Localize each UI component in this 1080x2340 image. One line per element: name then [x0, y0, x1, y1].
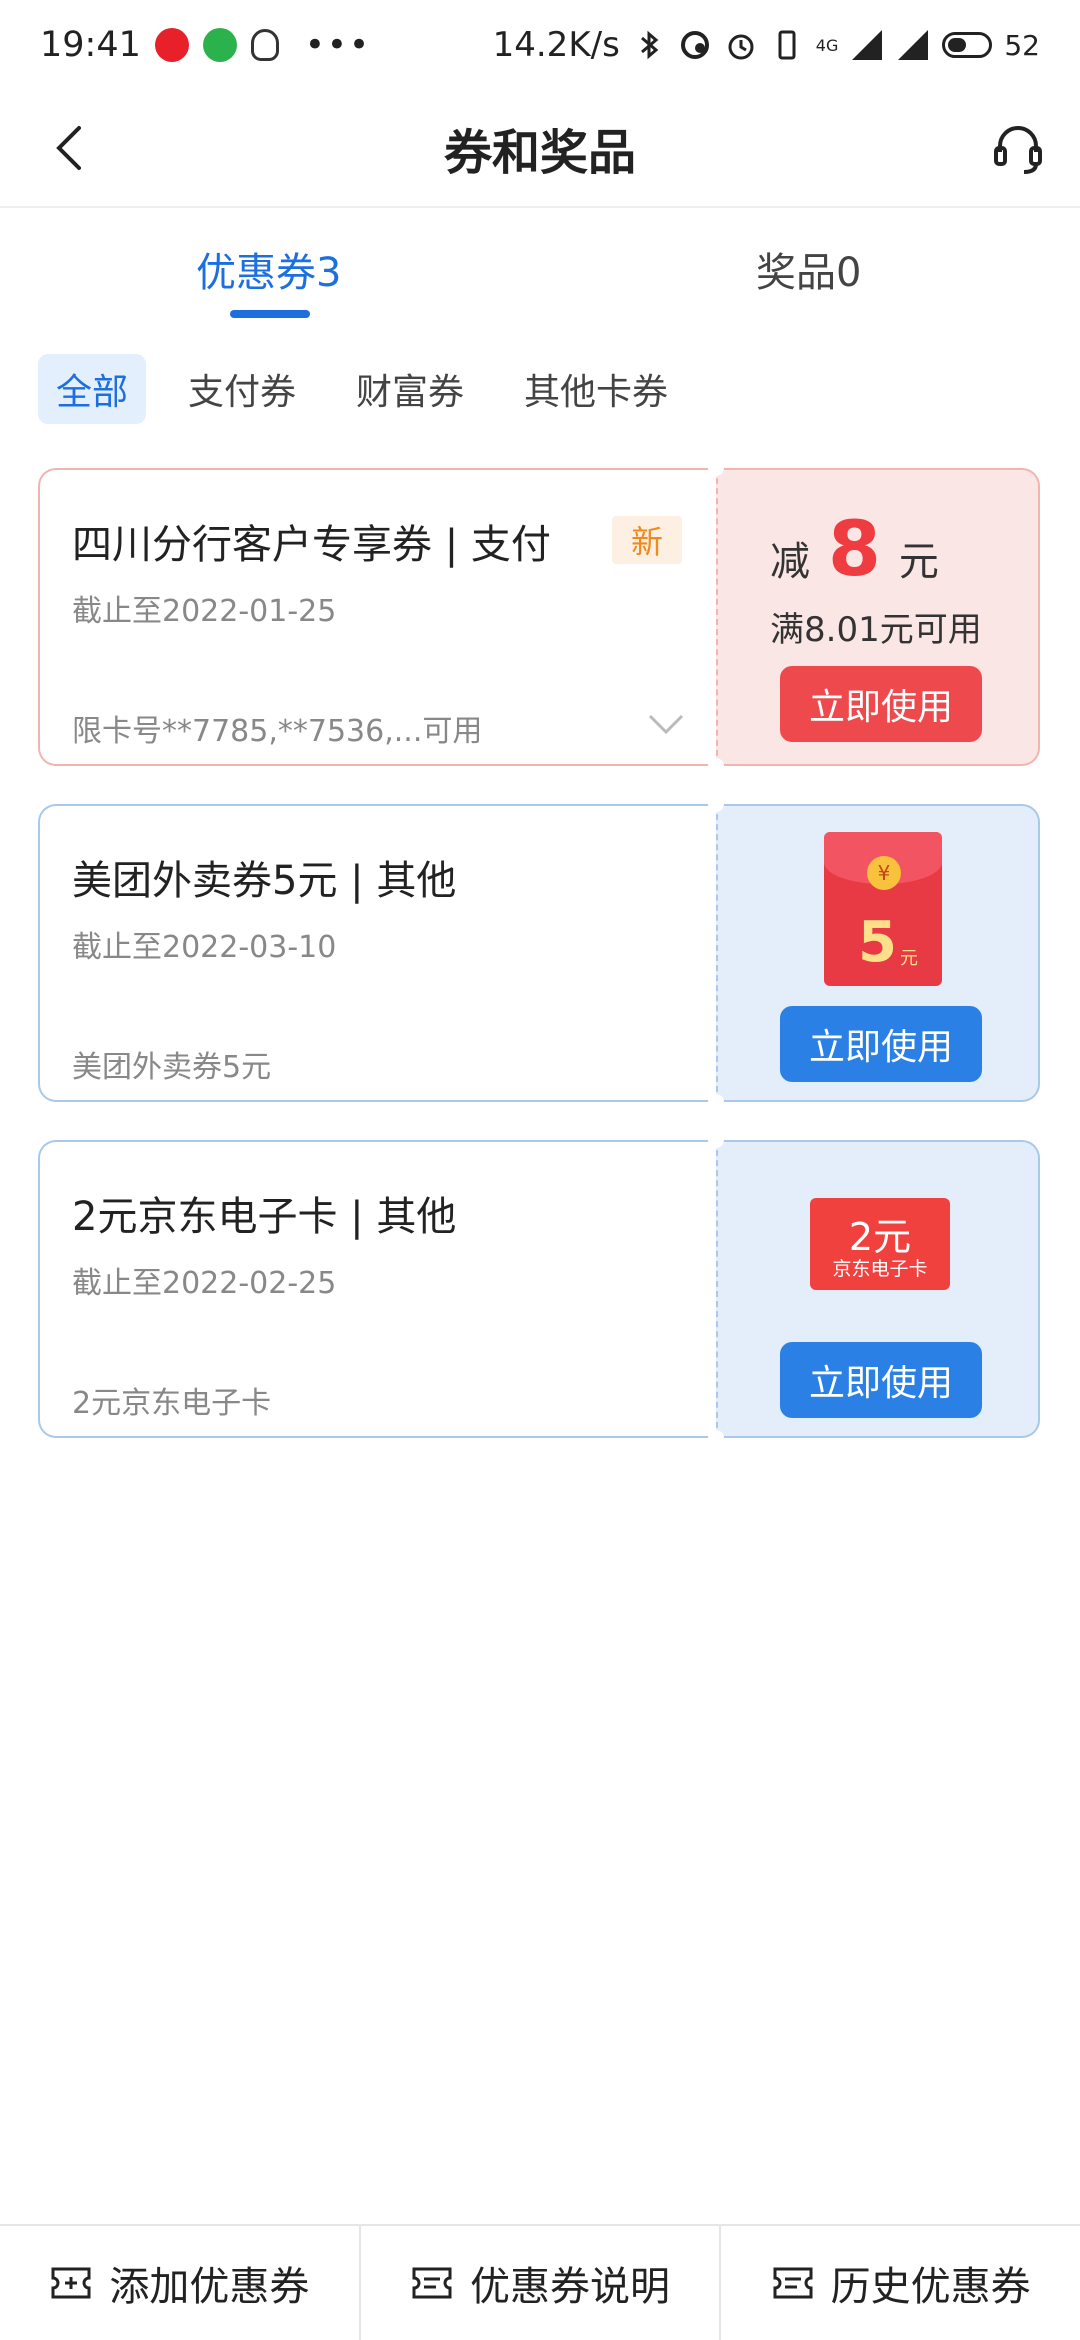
discount-prefix: 减 — [770, 539, 810, 585]
chevron-down-icon[interactable] — [646, 706, 686, 742]
card-notch — [708, 1132, 724, 1148]
headset-icon — [994, 126, 1042, 174]
ticket-add-icon — [51, 2267, 91, 2299]
add-coupon-button[interactable]: 添加优惠券 — [0, 2226, 359, 2340]
use-now-button[interactable]: 立即使用 — [780, 1342, 982, 1418]
vibrate-icon — [778, 30, 796, 60]
jd-card-amount: 2元 — [848, 1215, 912, 1259]
coupon-description: 限卡号**7785,**7536,...可用 — [72, 714, 483, 749]
coupon-title: 四川分行客户专享券 | 支付 — [72, 522, 551, 568]
ticket-history-icon — [773, 2267, 813, 2299]
discount-unit: 元 — [898, 539, 939, 585]
history-coupons-label: 历史优惠券 — [830, 2264, 1031, 2310]
red-packet-icon: ¥ 5 元 — [824, 832, 942, 986]
card-notch — [708, 1094, 724, 1110]
coupon-value-panel: 减 8 元 满8.01元可用 立即使用 — [716, 468, 1040, 766]
jd-card-icon: 2元 京东电子卡 — [810, 1198, 950, 1290]
more-notifications-icon: ••• — [304, 25, 372, 65]
filter-chips: 全部 支付券 财富券 其他卡券 — [38, 354, 686, 424]
status-bar: 19:41 ••• 14.2K/s 4G 52 — [0, 0, 1080, 90]
yuan-coin-icon: ¥ — [867, 856, 901, 890]
filter-other-cards[interactable]: 其他卡券 — [506, 354, 686, 424]
filter-all[interactable]: 全部 — [38, 354, 147, 424]
filter-wealth[interactable]: 财富券 — [338, 354, 482, 424]
ticket-info-icon — [412, 2267, 452, 2299]
network-speed: 14.2K/s — [492, 25, 620, 65]
link-icon — [680, 31, 709, 59]
coupon-info: 四川分行客户专享券 | 支付 新 截止至2022-01-25 限卡号**7785… — [38, 468, 716, 766]
network-type: 4G — [815, 35, 839, 55]
bottom-action-bar: 添加优惠券 优惠券说明 历史优惠券 — [0, 2224, 1080, 2340]
filter-payment[interactable]: 支付券 — [170, 354, 314, 424]
card-notch — [708, 460, 724, 476]
coupon-description: 2元京东电子卡 — [72, 1386, 272, 1421]
discount-amount: 减 8 元 — [770, 504, 939, 593]
use-now-button[interactable]: 立即使用 — [780, 666, 982, 742]
coupon-description: 美团外卖券5元 — [72, 1050, 272, 1085]
bluetooth-icon — [640, 30, 659, 60]
coupon-info: 美团外卖券5元 | 其他 截止至2022-03-10 美团外卖券5元 — [38, 804, 716, 1102]
back-button[interactable] — [36, 116, 100, 180]
discount-value: 8 — [828, 504, 881, 593]
coupon-card[interactable]: 美团外卖券5元 | 其他 截止至2022-03-10 美团外卖券5元 ¥ 5 元… — [38, 796, 1040, 1110]
tab-bar: 优惠券3 奖品0 — [0, 210, 1080, 320]
notification-app-icon — [154, 28, 189, 62]
red-packet-amount: 5 — [858, 910, 897, 975]
tab-prizes[interactable]: 奖品0 — [756, 240, 861, 298]
discount-condition: 满8.01元可用 — [770, 610, 982, 650]
use-now-button[interactable]: 立即使用 — [780, 1006, 982, 1082]
card-notch — [708, 1430, 724, 1446]
coupon-title: 美团外卖券5元 | 其他 — [72, 858, 457, 904]
coupon-value-panel: 2元 京东电子卡 立即使用 — [716, 1140, 1040, 1438]
active-tab-indicator — [230, 310, 310, 318]
battery-icon — [942, 32, 993, 58]
signal-1-icon — [852, 30, 883, 60]
page-title: 券和奖品 — [443, 125, 636, 181]
status-time: 19:41 — [40, 25, 141, 65]
signal-2-icon — [898, 30, 929, 60]
qq-icon — [250, 29, 279, 61]
card-notch — [708, 796, 724, 812]
coupon-expiry: 截止至2022-03-10 — [72, 930, 337, 965]
back-arrow-icon — [56, 126, 81, 170]
add-coupon-label: 添加优惠券 — [109, 2264, 310, 2310]
battery-level: 52 — [1004, 28, 1040, 62]
coupon-info: 2元京东电子卡 | 其他 截止至2022-02-25 2元京东电子卡 — [38, 1140, 716, 1438]
jd-card-label: 京东电子卡 — [832, 1258, 928, 1280]
coupon-value-panel: ¥ 5 元 立即使用 — [716, 804, 1040, 1102]
customer-service-button[interactable] — [986, 116, 1050, 180]
coupon-info-button[interactable]: 优惠券说明 — [358, 2226, 720, 2340]
coupon-expiry: 截止至2022-01-25 — [72, 594, 337, 629]
new-badge: 新 — [612, 516, 682, 564]
coupon-title: 2元京东电子卡 | 其他 — [72, 1194, 457, 1240]
coupon-expiry: 截止至2022-02-25 — [72, 1266, 337, 1301]
alarm-icon — [728, 34, 754, 60]
coupon-card[interactable]: 四川分行客户专享券 | 支付 新 截止至2022-01-25 限卡号**7785… — [38, 460, 1040, 774]
card-notch — [708, 758, 724, 774]
red-packet-unit: 元 — [900, 948, 918, 969]
history-coupons-button[interactable]: 历史优惠券 — [719, 2226, 1080, 2340]
tab-coupons[interactable]: 优惠券3 — [196, 240, 341, 298]
coupon-info-label: 优惠券说明 — [470, 2264, 670, 2310]
wechat-icon — [202, 28, 237, 62]
coupon-card[interactable]: 2元京东电子卡 | 其他 截止至2022-02-25 2元京东电子卡 2元 京东… — [38, 1132, 1040, 1446]
header: 券和奖品 — [0, 90, 1080, 208]
